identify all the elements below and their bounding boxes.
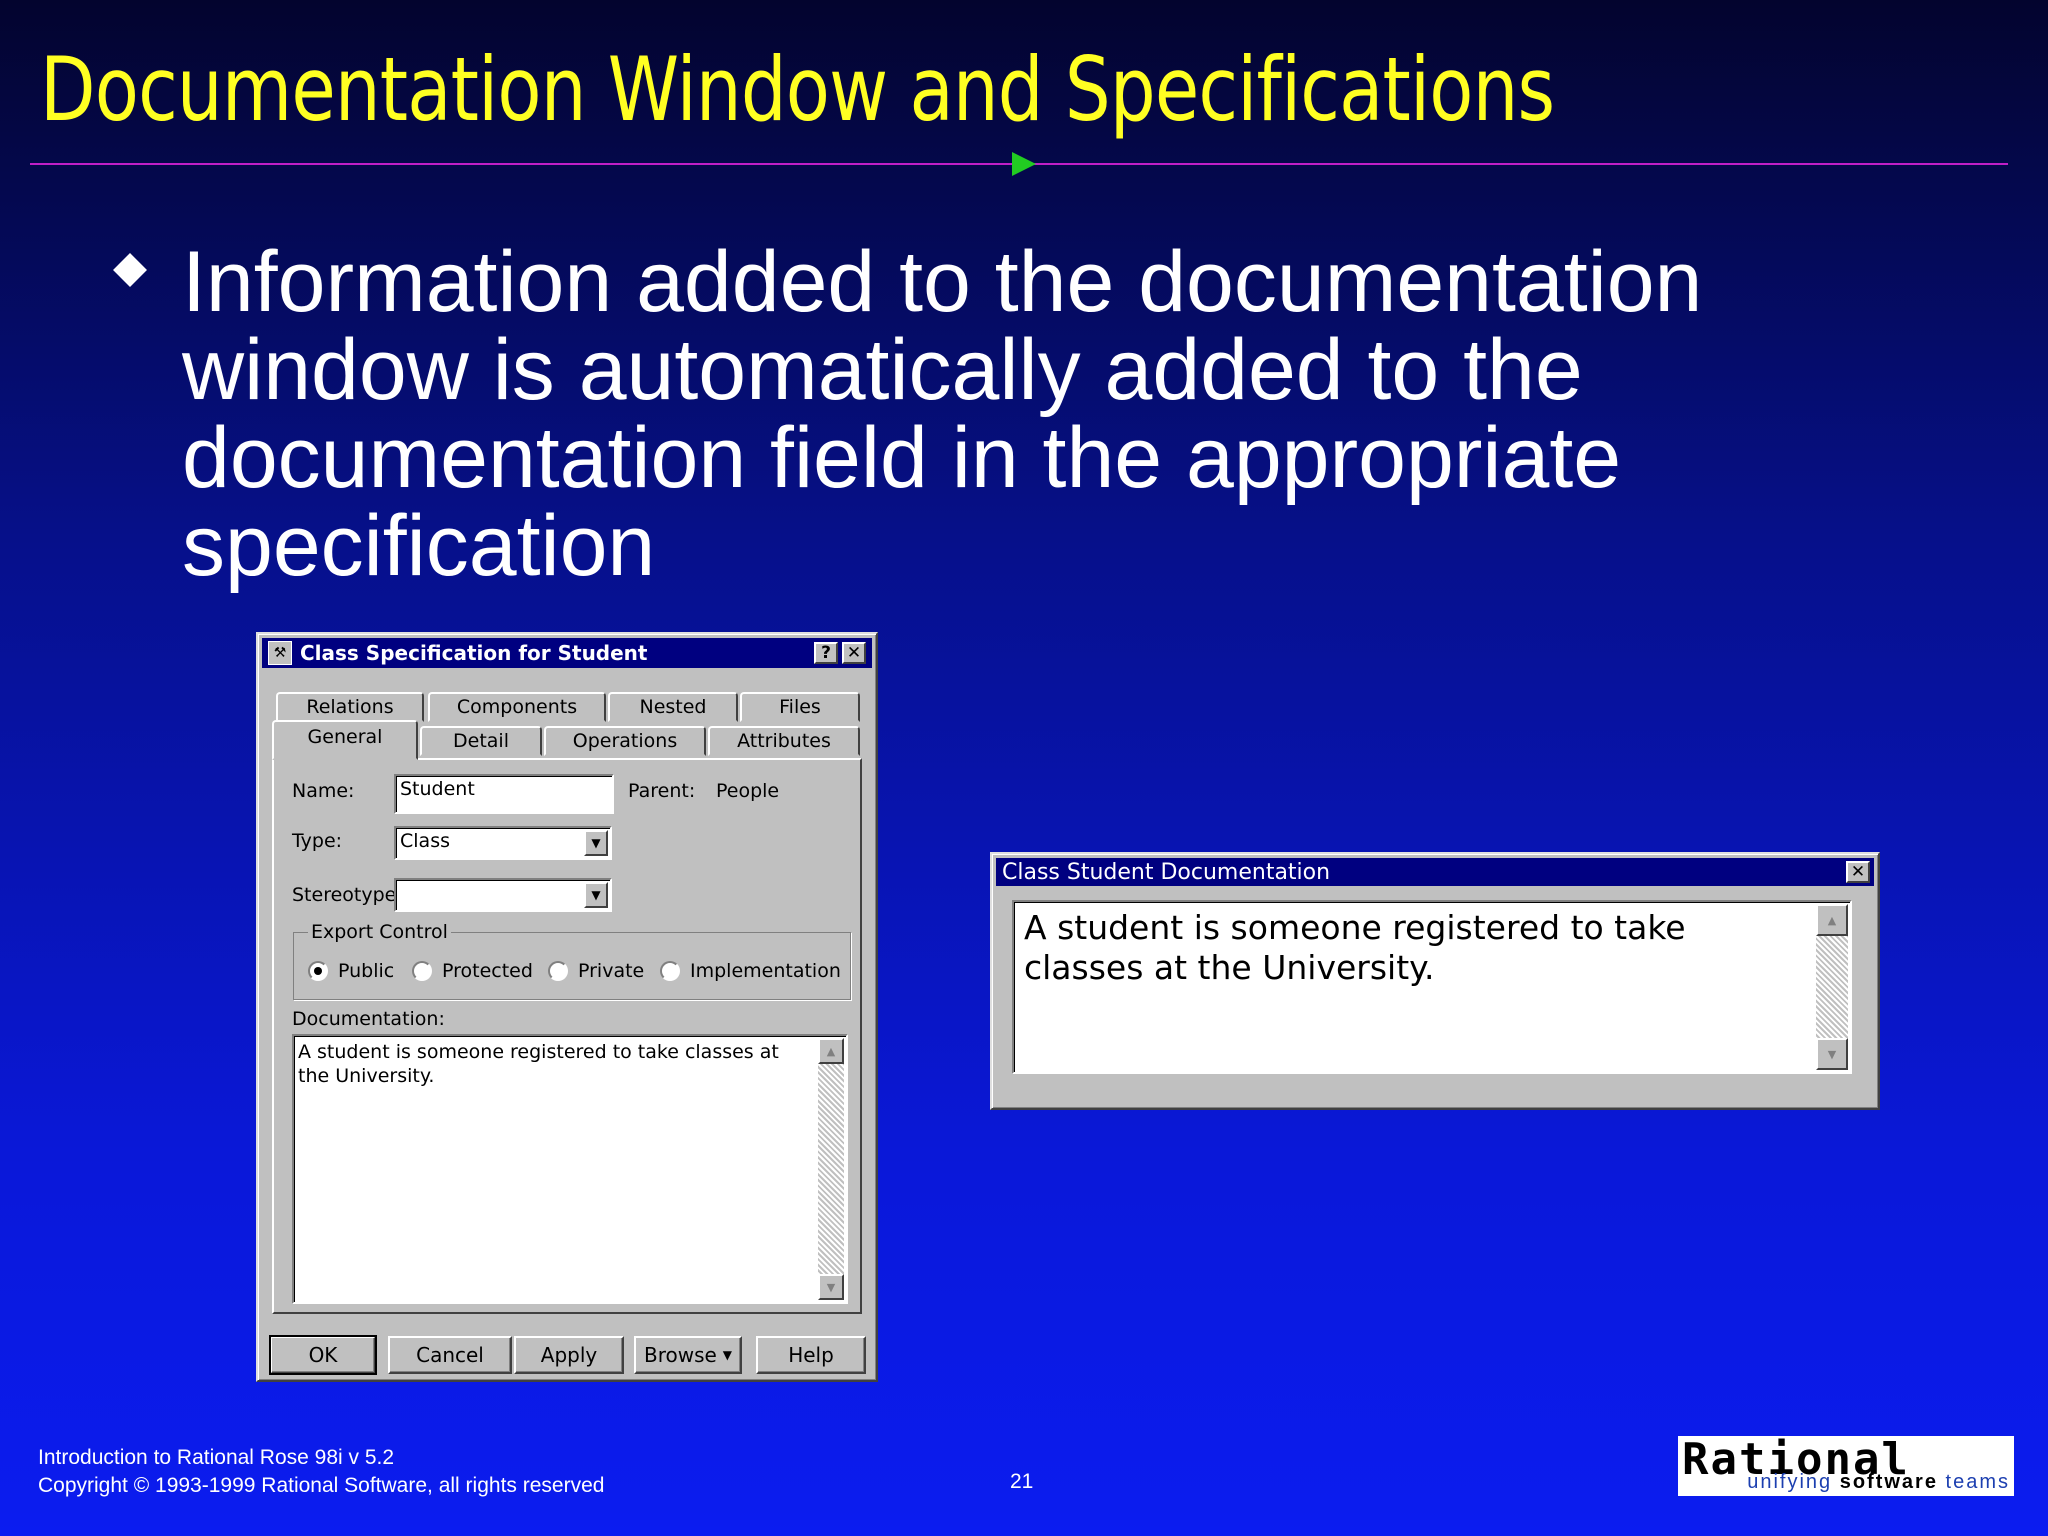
tab-components[interactable]: Components [428,692,606,722]
tab-nested[interactable]: Nested [608,692,738,722]
close-icon[interactable]: ✕ [1846,861,1870,883]
radio-private-label: Private [578,960,645,982]
rule-arrow-icon [1012,152,1036,176]
help-button[interactable]: Help [756,1336,866,1374]
stereotype-select[interactable]: ▼ [394,878,612,912]
tab-detail[interactable]: Detail [420,726,542,756]
export-control-group: Export Control Public Protected Private … [293,921,851,1000]
spec-titlebar[interactable]: ⚒ Class Specification for Student ? ✕ [262,638,872,668]
documentation-text: A student is someone registered to take … [298,1041,779,1087]
doc-window-scrollbar[interactable]: ▲ ▼ [1816,904,1848,1070]
footer-line-1: Introduction to Rational Rose 98i v 5.2 [38,1446,395,1469]
tab-operations[interactable]: Operations [544,726,706,756]
scroll-down-icon[interactable]: ▼ [1816,1038,1848,1070]
doc-window-text: A student is someone registered to take … [1024,908,1686,987]
chevron-down-icon[interactable]: ▼ [584,830,608,856]
doc-window-titlebar[interactable]: Class Student Documentation ✕ [996,858,1874,886]
documentation-window: Class Student Documentation ✕ A student … [990,852,1880,1110]
radio-implementation-label: Implementation [690,960,841,982]
doc-window-title: Class Student Documentation [1002,859,1331,885]
radio-protected[interactable] [412,961,432,981]
bullet-text: Information added to the documentation w… [182,234,1703,594]
logo-tagline-1: unifying [1747,1471,1840,1493]
close-icon[interactable]: ✕ [842,642,866,664]
scroll-up-icon[interactable]: ▲ [818,1038,844,1064]
export-control-label: Export Control [308,921,451,943]
ok-button[interactable]: OK [269,1335,377,1375]
documentation-textarea[interactable]: A student is someone registered to take … [292,1034,848,1304]
documentation-label: Documentation: [292,1008,445,1030]
logo-tagline-2: software [1839,1471,1938,1493]
footer-line-2: Copyright © 1993-1999 Rational Software,… [38,1474,605,1497]
cancel-button[interactable]: Cancel [388,1336,512,1374]
type-label: Type: [292,830,343,852]
type-select[interactable]: Class ▼ [394,826,612,860]
tab-general[interactable]: General [272,720,418,760]
radio-public-label: Public [338,960,395,982]
radio-public[interactable] [308,961,328,981]
browse-label: Browse [643,1343,717,1367]
slide-title: Documentation Window and Specifications [40,38,1555,141]
parent-value: People [716,780,780,802]
logo-tagline-3: teams [1937,1471,2010,1493]
page-number: 21 [1010,1470,1034,1493]
tab-files[interactable]: Files [740,692,860,722]
bullet-diamond-icon [113,253,147,287]
name-input[interactable]: Student [394,774,614,814]
radio-implementation[interactable] [660,961,680,981]
tab-relations[interactable]: Relations [276,692,424,722]
scroll-down-icon[interactable]: ▼ [818,1274,844,1300]
apply-button[interactable]: Apply [514,1336,624,1374]
browse-button[interactable]: Browse ▼ [634,1336,742,1374]
radio-protected-label: Protected [442,960,533,982]
stereotype-label: Stereotype: [292,884,403,906]
tab-attributes[interactable]: Attributes [708,726,860,756]
radio-private[interactable] [548,961,568,981]
logo-tagline: unifying software teams [1747,1471,2010,1494]
documentation-scrollbar[interactable]: ▲ ▼ [818,1038,844,1300]
class-specification-dialog: ⚒ Class Specification for Student ? ✕ Re… [256,632,878,1382]
footer-text: Introduction to Rational Rose 98i v 5.2 … [38,1444,604,1500]
parent-label: Parent: [628,780,696,802]
type-value: Class [400,830,450,852]
chevron-down-icon: ▼ [722,1348,733,1362]
spec-title: Class Specification for Student [300,641,648,665]
help-icon[interactable]: ? [814,642,838,664]
chevron-down-icon[interactable]: ▼ [584,882,608,908]
scroll-up-icon[interactable]: ▲ [1816,904,1848,936]
rational-logo: Rational unifying software teams [1678,1434,2014,1496]
dialog-tool-icon: ⚒ [268,641,292,665]
name-label: Name: [292,780,355,802]
doc-window-textarea[interactable]: A student is someone registered to take … [1012,900,1852,1074]
